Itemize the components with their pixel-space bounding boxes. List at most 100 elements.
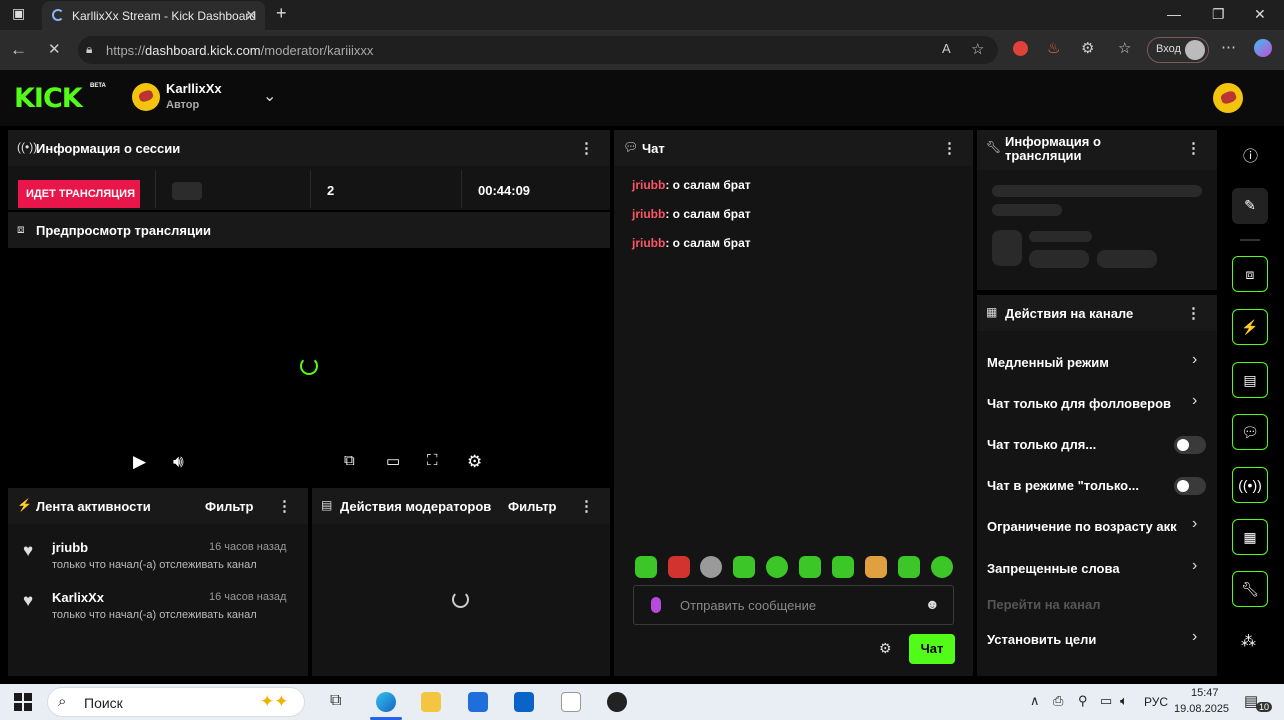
chevron-right-icon[interactable]: ›	[1192, 392, 1197, 410]
network-icon[interactable]: ▭	[1100, 693, 1112, 709]
chat-username[interactable]: jriubb	[632, 207, 665, 221]
clock-time[interactable]: 15:47	[1191, 687, 1219, 699]
emote-icon[interactable]	[668, 556, 690, 578]
fullscreen-icon[interactable]: ⛶	[427, 452, 438, 469]
emote-icon[interactable]	[865, 556, 887, 578]
favorite-star-icon[interactable]: ☆	[971, 40, 984, 58]
maximize-icon[interactable]: ❐	[1212, 6, 1225, 23]
favorites-icon[interactable]: ☆	[1118, 39, 1131, 57]
edge-icon[interactable]	[376, 692, 396, 712]
rail-broadcast-icon[interactable]: ((•))	[1232, 467, 1268, 503]
fire-extension-icon[interactable]: ♨	[1047, 39, 1060, 57]
channel-actions-menu-icon[interactable]: ⋮	[1186, 304, 1201, 322]
emote-icon[interactable]	[766, 556, 788, 578]
tab-actions-icon[interactable]: ▣	[12, 5, 25, 22]
outlook-icon[interactable]	[514, 692, 534, 712]
notification-count: 10	[1256, 702, 1273, 712]
banned-words-item[interactable]: Запрещенные слова	[987, 561, 1120, 576]
notepad-icon[interactable]	[561, 692, 581, 712]
emote-icon[interactable]	[898, 556, 920, 578]
chevron-right-icon[interactable]: ›	[1192, 351, 1197, 369]
emotes-only-toggle[interactable]	[1174, 477, 1206, 495]
task-view-icon[interactable]: ⧉	[330, 692, 341, 710]
emote-icon[interactable]	[799, 556, 821, 578]
volume-icon[interactable]: 🔈︎	[1120, 693, 1128, 709]
account-age-item[interactable]: Ограничение по возрасту акк	[987, 519, 1185, 534]
mod-filter-button[interactable]: Фильтр	[508, 499, 557, 514]
subscribers-only-toggle[interactable]	[1174, 436, 1206, 454]
tray-icon[interactable]: ⎙	[1053, 693, 1063, 709]
emote-icon[interactable]	[700, 556, 722, 578]
login-button[interactable]: Вход	[1147, 37, 1209, 63]
rail-chat-icon[interactable]: 💬︎	[1232, 414, 1268, 450]
rail-wrench-icon[interactable]: 🔧︎	[1232, 571, 1268, 607]
stream-info-menu-icon[interactable]: ⋮	[1186, 139, 1201, 157]
windows-start-icon[interactable]	[14, 693, 32, 711]
chevron-down-icon[interactable]: ⌄	[263, 86, 276, 106]
chat-settings-icon[interactable]: ⚙	[879, 640, 892, 657]
new-tab-icon[interactable]: +	[276, 3, 287, 24]
more-icon[interactable]: ⋯	[1221, 38, 1236, 56]
chevron-right-icon[interactable]: ›	[1192, 515, 1197, 533]
url-field[interactable]: 🔒︎ https://dashboard.kick.com/moderator/…	[78, 36, 998, 64]
miniplayer-icon[interactable]: ⧉	[344, 452, 355, 469]
emote-icon[interactable]	[635, 556, 657, 578]
stop-icon[interactable]: ✕	[48, 40, 61, 58]
microphone-icon[interactable]	[651, 597, 661, 613]
activity-user[interactable]: KarlixXx	[52, 590, 104, 605]
session-menu-icon[interactable]: ⋮	[579, 139, 594, 157]
tray-icon[interactable]: ⚲	[1078, 693, 1088, 709]
followers-only-item[interactable]: Чат только для фолловеров	[987, 396, 1171, 411]
play-icon[interactable]: ▶	[133, 452, 146, 472]
app-icon[interactable]	[607, 692, 627, 712]
file-explorer-icon[interactable]	[421, 692, 441, 712]
chat-username[interactable]: jriubb	[632, 178, 665, 192]
activity-user[interactable]: jriubb	[52, 540, 88, 555]
mod-menu-icon[interactable]: ⋮	[579, 497, 594, 515]
add-widget-icon[interactable]: ⁂	[1241, 632, 1256, 650]
rail-preview-icon[interactable]: ⧈	[1232, 256, 1268, 292]
set-goals-item[interactable]: Установить цели	[987, 632, 1096, 647]
read-aloud-icon[interactable]: A	[942, 41, 951, 56]
rail-activity-icon[interactable]: ⚡	[1232, 309, 1268, 345]
back-icon[interactable]: ←	[10, 40, 27, 60]
emoji-icon[interactable]: ☻	[925, 596, 940, 612]
chevron-right-icon[interactable]: ›	[1192, 628, 1197, 646]
emotes-only-item: Чат в режиме "только...	[987, 478, 1139, 493]
store-icon[interactable]	[468, 692, 488, 712]
emote-icon[interactable]	[931, 556, 953, 578]
chat-icon: 💬︎	[623, 140, 639, 154]
browser-tab[interactable]: KarllixXx Stream - Kick Dashboard ✕	[42, 1, 265, 30]
stream-duration: 00:44:09	[478, 183, 531, 198]
slow-mode-item[interactable]: Медленный режим	[987, 355, 1109, 370]
chat-menu-icon[interactable]: ⋮	[942, 139, 957, 157]
clock-date[interactable]: 19.08.2025	[1174, 703, 1229, 715]
minimize-icon[interactable]: —	[1167, 6, 1181, 22]
chat-username[interactable]: jriubb	[632, 236, 665, 250]
emote-icon[interactable]	[733, 556, 755, 578]
user-avatar[interactable]	[1213, 83, 1243, 113]
kick-logo[interactable]: KICK	[14, 83, 83, 114]
chevron-right-icon[interactable]: ›	[1192, 557, 1197, 575]
close-window-icon[interactable]: ✕	[1254, 6, 1266, 23]
viewer-count: 2	[327, 183, 335, 198]
tray-chevron-icon[interactable]: ∧	[1030, 693, 1040, 709]
send-chat-button[interactable]: Чат	[909, 634, 955, 664]
emote-icon[interactable]	[832, 556, 854, 578]
close-tab-icon[interactable]: ✕	[245, 7, 257, 24]
taskbar-search[interactable]: ⌕ Поиск ✦✦	[47, 687, 305, 717]
edit-icon[interactable]: ✎	[1232, 188, 1268, 224]
volume-icon[interactable]: 🔊︎	[173, 452, 184, 472]
theater-mode-icon[interactable]: ▭	[386, 452, 400, 470]
player-settings-icon[interactable]: ⚙	[467, 452, 482, 472]
rail-log-icon[interactable]: ▤	[1232, 362, 1268, 398]
activity-filter-button[interactable]: Фильтр	[205, 499, 254, 514]
lock-icon[interactable]: 🔒︎	[86, 42, 92, 57]
extension-icon[interactable]	[1013, 41, 1028, 56]
info-icon[interactable]: ⓘ	[1243, 145, 1258, 166]
copilot-icon[interactable]	[1254, 39, 1272, 57]
extensions-icon[interactable]: ⚙	[1081, 39, 1094, 57]
rail-channel-icon[interactable]: ▦	[1232, 519, 1268, 555]
activity-menu-icon[interactable]: ⋮	[277, 497, 292, 515]
language-indicator[interactable]: РУС	[1144, 695, 1168, 709]
